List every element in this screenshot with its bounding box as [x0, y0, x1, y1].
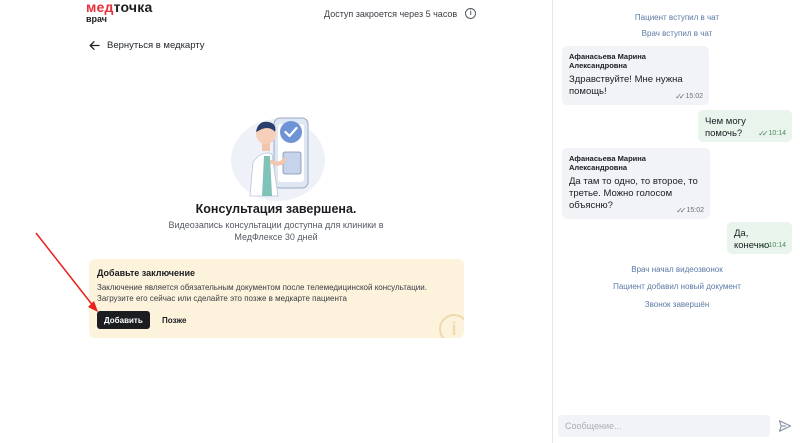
chat-message-patient: Афанасьева Марина Александровна Здравств… [562, 46, 709, 105]
chat-event: Пациент вступил в чат [634, 13, 720, 22]
chat-message-doctor: Да, конечно ✓✓ 10:14 [727, 222, 792, 254]
chat-message-patient: Афанасьева Марина Александровна Да там т… [562, 148, 710, 219]
chat-message-doctor: Чем могу помочь? ✓✓ 10:14 [698, 110, 792, 142]
logo: медточка врач [86, 0, 153, 24]
info-icon[interactable]: i [465, 8, 477, 19]
back-to-record-link[interactable]: Вернуться в медкарту [89, 40, 205, 51]
card-text: Заключение является обязательным докумен… [97, 283, 427, 304]
access-text: Доступ закроется через 5 часов [324, 8, 458, 19]
chat-event: Врач вступил в чат [641, 29, 713, 38]
add-conclusion-button[interactable]: Добавить [97, 311, 150, 329]
chat-panel: Пациент вступил в чат Врач вступил в чат… [552, 0, 800, 443]
chat-event: Пациент добавил новый документ [613, 282, 741, 291]
main-panel: медточка врач Доступ закроется через 5 ч… [0, 0, 552, 443]
chat-event: Врач начал видеозвонок [631, 265, 723, 274]
add-conclusion-card: Добавьте заключение Заключение является … [89, 259, 464, 338]
read-check-icon: ✓✓ [758, 129, 769, 138]
later-button[interactable]: Позже [162, 311, 186, 329]
read-check-icon: ✓✓ [676, 206, 687, 215]
recording-availability-text: Видеозапись консультации доступна для кл… [168, 220, 384, 242]
read-check-icon: ✓✓ [675, 92, 686, 101]
message-input[interactable] [558, 415, 770, 437]
card-title: Добавьте заключение [97, 268, 196, 278]
access-timer: Доступ закроется через 5 часов i [324, 8, 477, 19]
info-watermark-icon: i [439, 314, 464, 338]
doctor-illustration [231, 117, 325, 201]
arrow-left-icon [89, 41, 100, 50]
back-label: Вернуться в медкарту [107, 40, 205, 51]
chat-event: Звонок завершён [644, 300, 710, 309]
consultation-finished-title: Консультация завершена. [195, 202, 357, 216]
read-check-icon: ✓✓ [758, 241, 769, 250]
send-icon[interactable] [778, 419, 792, 433]
